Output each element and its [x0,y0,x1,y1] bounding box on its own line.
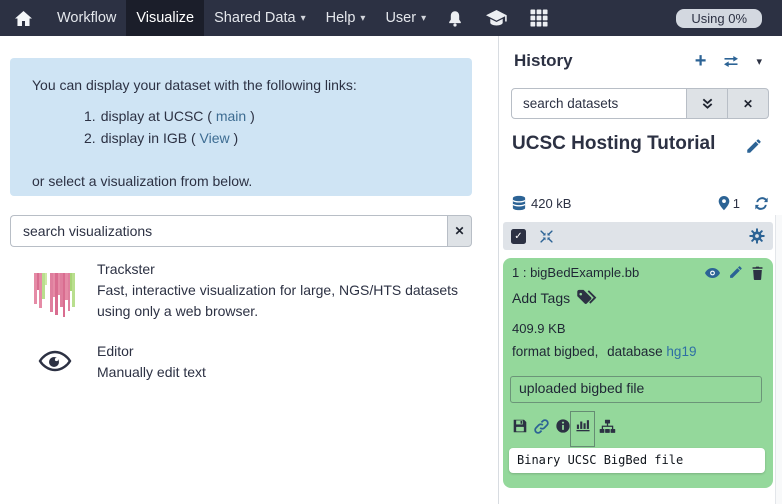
info-intro: You can display your dataset with the fo… [32,77,450,93]
refresh-icon[interactable] [754,196,769,211]
history-panel: History + ▾ ✕ UCSC Hosting Tutorial [498,36,775,504]
ucsc-main-link[interactable]: main [216,108,246,124]
display-links-box: You can display your dataset with the fo… [10,58,472,196]
search-visualizations-input[interactable] [10,215,447,247]
nav-user[interactable]: User▾ [375,0,436,36]
apps-grid-button[interactable] [519,0,559,36]
angles-down-icon [701,97,714,110]
dataset-info-icon[interactable] [556,419,570,433]
masthead: Workflow Visualize Shared Data▾ Help▾ Us… [0,0,782,36]
map-marker-icon[interactable] [718,195,730,211]
clear-icon: ✕ [743,97,753,111]
search-datasets-input[interactable] [511,88,687,119]
new-history-button[interactable]: + [695,53,707,69]
usage-badge[interactable]: Using 0% [676,9,762,28]
visualization-search: ✕ [10,215,472,247]
home-icon [14,10,33,27]
caret-down-icon: ▾ [756,55,762,68]
dataset-format-line: format bigbed, database hg19 [512,344,696,359]
nav-visualize[interactable]: Visualize [126,0,204,36]
notifications-button[interactable] [436,0,474,36]
tutorials-button[interactable] [474,0,519,36]
advanced-search-button[interactable] [687,88,728,119]
display-dataset-icon[interactable] [705,268,720,278]
clear-search-button[interactable]: ✕ [447,215,472,247]
clear-icon: ✕ [454,224,464,238]
viz-title: Trackster [97,261,479,277]
tags-icon [570,289,598,306]
nav-help[interactable]: Help▾ [316,0,376,36]
dataset-card[interactable]: 1 : bigBedExample.bb Add Tags 409.9 KB [503,258,773,488]
viz-description: Manually edit text [97,362,479,383]
related-datasets-icon[interactable] [599,419,616,434]
switch-history-button[interactable] [722,54,740,69]
database-build-link[interactable]: hg19 [666,344,696,359]
selection-toolbar: ✓ [503,222,773,250]
home-button[interactable] [0,0,47,36]
copy-link-icon[interactable] [534,419,549,434]
history-size-row: 420 kB 1 [512,194,769,212]
grid-icon [530,9,548,27]
eye-icon [38,350,72,372]
center-panel: You can display your dataset with the fo… [0,36,497,504]
edit-history-name-icon[interactable] [746,139,761,154]
edit-dataset-icon[interactable] [729,266,742,279]
caret-down-icon: ▾ [301,13,306,24]
viz-title: Editor [97,343,479,359]
caret-down-icon: ▾ [421,13,426,24]
delete-dataset-icon[interactable] [751,266,764,280]
history-panel-title: History [514,51,573,71]
shown-count: 1 [733,196,740,211]
info-outro: or select a visualization from below. [32,173,450,189]
plus-icon: + [695,53,707,69]
nav-shared-data[interactable]: Shared Data▾ [204,0,315,36]
trackster-thumbnail [32,273,77,318]
caret-down-icon: ▾ [360,13,365,24]
display-link-ucsc: 1.display at UCSC ( main ) [84,105,450,127]
igb-view-link[interactable]: View [200,130,230,146]
visualize-dataset-icon[interactable] [576,418,590,432]
display-links-list: 1.display at UCSC ( main ) 2.display in … [84,105,450,149]
save-dataset-icon[interactable] [513,419,527,433]
viz-description: Fast, interactive visualization for larg… [97,280,479,322]
collapse-all-icon[interactable] [539,229,554,244]
nav-workflow[interactable]: Workflow [47,0,126,36]
galaxy-app: Workflow Visualize Shared Data▾ Help▾ Us… [0,0,782,504]
switch-histories-icon [722,54,740,69]
history-search: ✕ [511,88,769,119]
clear-filters-button[interactable]: ✕ [728,88,769,119]
add-tags-button[interactable]: Add Tags [512,289,598,306]
dataset-annotation[interactable]: uploaded bigbed file [510,376,762,403]
database-icon [512,195,526,211]
dataset-size: 409.9 KB [512,321,566,336]
history-name[interactable]: UCSC Hosting Tutorial [512,133,715,155]
history-scrollbar[interactable] [775,215,782,504]
history-size[interactable]: 420 kB [531,196,571,211]
history-options-button[interactable]: ▾ [756,55,762,68]
bell-icon [447,10,463,27]
gear-icon[interactable] [749,228,765,244]
datatype-tooltip: Binary UCSC BigBed file [509,448,765,473]
select-all-checkbox[interactable]: ✓ [511,229,526,244]
history-header: History + ▾ [514,48,762,74]
graduation-cap-icon [485,9,508,27]
check-icon: ✓ [514,231,522,242]
dataset-title[interactable]: 1 : bigBedExample.bb [512,265,639,280]
display-link-igb: 2.display in IGB ( View ) [84,127,450,149]
